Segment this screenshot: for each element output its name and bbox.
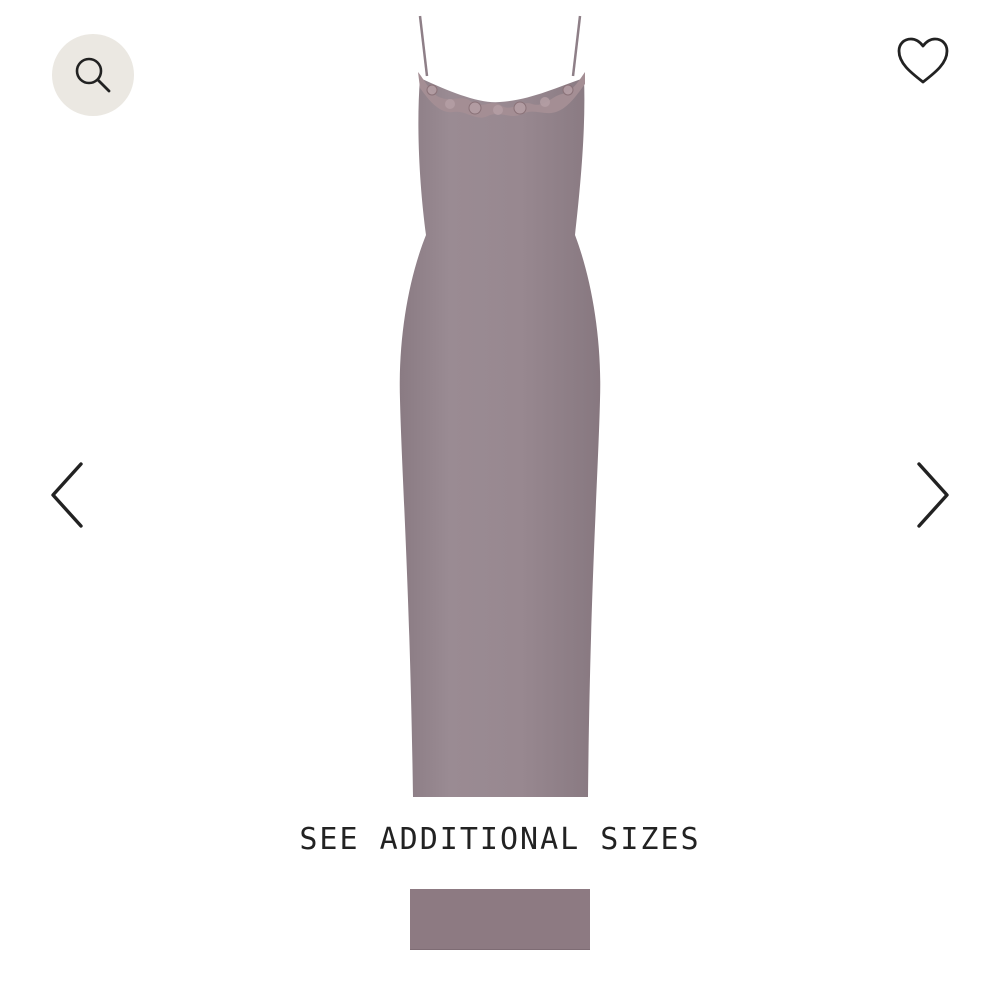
heart-outline-icon — [897, 37, 949, 84]
dress-body — [399, 78, 601, 797]
wishlist-button[interactable] — [894, 32, 952, 90]
zoom-button[interactable] — [52, 34, 134, 116]
next-product-image-preview[interactable] — [410, 889, 590, 950]
chevron-left-icon — [51, 462, 83, 528]
search-icon — [75, 57, 111, 93]
product-image[interactable] — [380, 10, 620, 800]
product-gallery: SEE ADDITIONAL SIZES — [0, 0, 1000, 1000]
next-image-button[interactable] — [908, 455, 958, 535]
chevron-right-icon — [917, 462, 949, 528]
see-additional-sizes-link[interactable]: SEE ADDITIONAL SIZES — [0, 822, 1000, 857]
previous-image-button[interactable] — [42, 455, 92, 535]
